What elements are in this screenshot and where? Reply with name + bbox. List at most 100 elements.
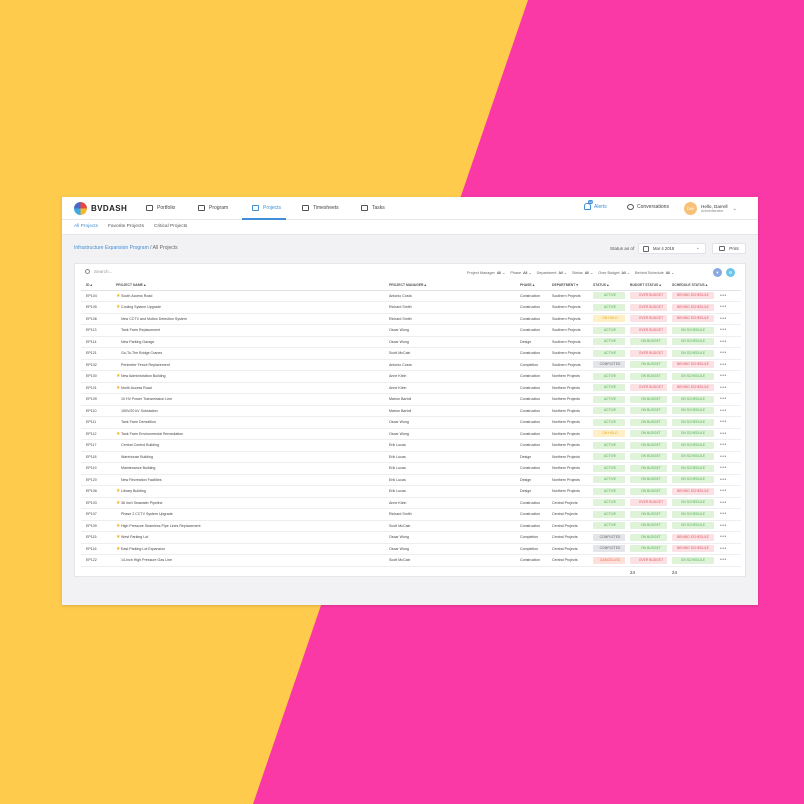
col-header-phase[interactable]: PHASE ▴ xyxy=(515,281,547,291)
more-options-icon[interactable]: ••• xyxy=(720,339,727,345)
filter-behind-schedule[interactable]: Behind Schedule All ⌄ xyxy=(635,270,674,275)
table-row[interactable]: EP120 New Recreation Facilities Erik Lucas… xyxy=(81,474,741,486)
project-name-link[interactable]: Tank Farm Demolition xyxy=(121,420,156,424)
table-row[interactable]: EP113 Tank Farm Replacement Oscar Wong Cons… xyxy=(81,324,741,337)
more-options-icon[interactable]: ••• xyxy=(720,316,727,322)
project-name-link[interactable]: Library Building xyxy=(121,489,146,493)
project-name-link[interactable]: New Parking Garage xyxy=(121,340,154,344)
table-row[interactable]: EP110 150V/20 kV Substation Marion Bartoli… xyxy=(81,405,741,417)
table-row[interactable]: EP101 ★North Access Road Anne Klein Constru… xyxy=(81,382,741,394)
filter-funnel-button[interactable]: ▼ xyxy=(713,268,722,277)
project-name-link[interactable]: Go-To-The Bridge Cranes xyxy=(121,351,162,355)
table-row[interactable]: EP111 Tank Farm Demolition Oscar Wong Const… xyxy=(81,416,741,429)
filter-over-budget[interactable]: Over Budget All ⌄ xyxy=(598,270,630,275)
project-name-link[interactable]: North Access Road xyxy=(121,386,152,390)
nav-item-program[interactable]: Program xyxy=(198,203,228,213)
more-options-icon[interactable]: ••• xyxy=(720,350,727,356)
table-row[interactable]: EP106 New CCTV and Motion Detection Syste… xyxy=(81,313,741,325)
nav-item-portfolio[interactable]: Portfolio xyxy=(146,203,175,213)
col-header-status[interactable]: STATUS ▴ xyxy=(588,281,625,291)
more-options-icon[interactable]: ••• xyxy=(720,511,727,517)
table-row[interactable]: EP109 ★High Pressure Seamless Pipe Lines … xyxy=(81,520,741,532)
more-options-icon[interactable]: ••• xyxy=(720,396,727,402)
project-name-link[interactable]: Tank Farm Environmental Remediation xyxy=(121,432,183,436)
project-name-link[interactable]: 36 inch Seawater Pipeline xyxy=(121,501,163,505)
table-row[interactable]: EP104 ★South Access Road Antonio Costa Cons… xyxy=(81,290,741,302)
table-row[interactable]: EP100 ★New Administration Building Anne Kl… xyxy=(81,370,741,383)
project-name-link[interactable]: Phase 2 CCTV System Upgrade xyxy=(121,512,173,516)
breadcrumb-parent-link[interactable]: Infrastructure Expansion Program xyxy=(74,245,149,251)
more-options-icon[interactable]: ••• xyxy=(720,500,727,506)
nav-item-tasks[interactable]: Tasks xyxy=(361,203,385,213)
nav-item-projects[interactable]: Projects xyxy=(252,203,281,213)
tab-critical-projects[interactable]: Critical Projects xyxy=(154,224,187,229)
filter-department[interactable]: Department All ⌄ xyxy=(537,270,567,275)
col-header-project-name[interactable]: PROJECT NAME ▴ xyxy=(111,281,384,291)
tab-all-projects[interactable]: All Projects xyxy=(74,224,98,229)
more-options-icon[interactable]: ••• xyxy=(720,304,727,310)
table-row[interactable]: EP102 Perimeter Fence Replacement Antonio … xyxy=(81,359,741,371)
filter-phase[interactable]: Phase All ⌄ xyxy=(510,270,531,275)
col-header-project-manager[interactable]: PROJECT MANAGER ▴ xyxy=(384,281,515,291)
more-options-icon[interactable]: ••• xyxy=(720,454,727,460)
table-row[interactable]: EP109 10 HV Power Transmission Line Marion… xyxy=(81,393,741,406)
table-row[interactable]: EP107 Phase 2 CCTV System Upgrade Richard … xyxy=(81,508,741,521)
more-options-icon[interactable]: ••• xyxy=(720,534,727,540)
more-options-icon[interactable]: ••• xyxy=(720,419,727,425)
table-row[interactable]: EP105 ★Cooling System Upgrade Richard Smit… xyxy=(81,301,741,314)
table-row[interactable]: EP122 14-inch High Pressure Gas Line Scott… xyxy=(81,554,741,567)
table-row[interactable]: EP114 New Parking Garage Oscar Wong Design S… xyxy=(81,336,741,348)
table-row[interactable]: EP116 ★East Parking Lot Expansion Oscar Wo… xyxy=(81,543,741,555)
col-header-id[interactable]: ID ▴ xyxy=(81,281,111,291)
table-row[interactable]: EP117 Central Control Building Erik Lucas C… xyxy=(81,439,741,452)
filter-project-manager[interactable]: Project Manager All ⌄ xyxy=(467,270,505,275)
project-name-link[interactable]: East Parking Lot Expansion xyxy=(121,547,165,551)
project-name-link[interactable]: 14-inch High Pressure Gas Line xyxy=(121,558,172,562)
col-header-schedule-status[interactable]: SCHEDULE STATUS ▴ xyxy=(667,281,715,291)
table-row[interactable]: EP103 ★36 inch Seawater Pipeline Anne Klei… xyxy=(81,497,741,509)
project-name-link[interactable]: 10 HV Power Transmission Line xyxy=(121,397,172,401)
project-name-link[interactable]: New Administration Building xyxy=(121,374,166,378)
more-options-icon[interactable]: ••• xyxy=(720,442,727,448)
more-options-icon[interactable]: ••• xyxy=(720,546,727,552)
print-button[interactable]: Print xyxy=(712,243,746,254)
more-options-icon[interactable]: ••• xyxy=(720,465,727,471)
project-name-link[interactable]: New Recreation Facilities xyxy=(121,478,162,482)
project-name-link[interactable]: 150V/20 kV Substation xyxy=(121,409,158,413)
user-menu[interactable]: DW Hello, Darrell Administrator ⌄ xyxy=(684,202,737,215)
project-name-link[interactable]: New CCTV and Motion Detection System xyxy=(121,317,187,321)
table-row[interactable]: EP118 Warehouse Building Erik Lucas Design N… xyxy=(81,451,741,463)
status-date-picker[interactable]: Mar 4 2018 ⌄ xyxy=(638,243,706,254)
table-row[interactable]: EP112 ★Tank Farm Environmental Remediatio… xyxy=(81,428,741,440)
more-options-icon[interactable]: ••• xyxy=(720,385,727,391)
table-row[interactable]: EP115 ★West Parking Lot Oscar Wong Completi… xyxy=(81,531,741,544)
nav-item-timesheets[interactable]: Timesheets xyxy=(302,203,339,213)
brand-logo[interactable]: BVDASH xyxy=(74,202,127,215)
col-header-department[interactable]: DEPARTMENT ▾ xyxy=(547,281,588,291)
filter-status[interactable]: Status All ⌄ xyxy=(572,270,593,275)
project-name-link[interactable]: South Access Road xyxy=(121,294,152,298)
table-row[interactable]: EP121 Go-To-The Bridge Cranes Scott McCain… xyxy=(81,347,741,360)
more-options-icon[interactable]: ••• xyxy=(720,557,727,563)
project-name-link[interactable]: Maintenance Building xyxy=(121,466,155,470)
project-name-link[interactable]: High Pressure Seamless Pipe Lines Replac… xyxy=(121,524,201,528)
more-options-icon[interactable]: ••• xyxy=(720,327,727,333)
more-options-icon[interactable]: ••• xyxy=(720,477,727,483)
project-name-link[interactable]: Central Control Building xyxy=(121,443,159,447)
conversations-button[interactable]: Conversations xyxy=(627,204,669,210)
columns-button[interactable]: ⚙ xyxy=(726,268,735,277)
tab-favorite-projects[interactable]: Favorite Projects xyxy=(108,224,144,229)
col-header-budget-status[interactable]: BUDGET STATUS ▴ xyxy=(625,281,667,291)
table-row[interactable]: EP108 ★Library Building Erik Lucas Design No… xyxy=(81,485,741,498)
project-name-link[interactable]: Cooling System Upgrade xyxy=(121,305,161,309)
more-options-icon[interactable]: ••• xyxy=(720,293,727,299)
search-input[interactable]: Search... xyxy=(94,269,112,274)
project-name-link[interactable]: Warehouse Building xyxy=(121,455,153,459)
table-row[interactable]: EP119 Maintenance Building Erik Lucas Const… xyxy=(81,462,741,475)
more-options-icon[interactable]: ••• xyxy=(720,523,727,529)
project-name-link[interactable]: West Parking Lot xyxy=(121,535,148,539)
search-box[interactable]: Search... xyxy=(85,269,112,274)
more-options-icon[interactable]: ••• xyxy=(720,362,727,368)
project-name-link[interactable]: Tank Farm Replacement xyxy=(121,328,160,332)
more-options-icon[interactable]: ••• xyxy=(720,408,727,414)
